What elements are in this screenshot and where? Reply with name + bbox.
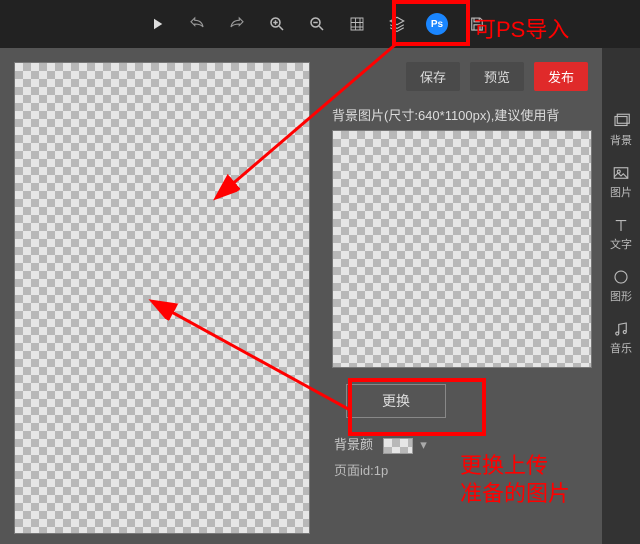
- zoom-out-button[interactable]: [300, 7, 334, 41]
- side-tabs: 背景 图片 文字 图形 音乐: [602, 48, 640, 544]
- tab-shape-label: 图形: [610, 288, 632, 304]
- publish-button[interactable]: 发布: [534, 62, 588, 91]
- bg-description: 背景图片(尺寸:640*1100px),建议使用背: [326, 101, 598, 130]
- background-icon: [612, 112, 630, 130]
- tab-image[interactable]: 图片: [602, 156, 640, 208]
- tab-shape[interactable]: 图形: [602, 260, 640, 312]
- ps-icon: Ps: [426, 13, 448, 35]
- tab-music[interactable]: 音乐: [602, 312, 640, 364]
- pageid-label: 页面id:1p: [326, 456, 598, 481]
- save-icon-button[interactable]: [460, 7, 494, 41]
- editor-canvas[interactable]: [14, 62, 310, 534]
- tab-text[interactable]: 文字: [602, 208, 640, 260]
- main-area: 保存 预览 发布 背景图片(尺寸:640*1100px),建议使用背 更换 背景…: [0, 48, 640, 544]
- ps-import-button[interactable]: Ps: [420, 7, 454, 41]
- music-icon: [612, 320, 630, 338]
- zoom-in-button[interactable]: [260, 7, 294, 41]
- right-column: 保存 预览 发布 背景图片(尺寸:640*1100px),建议使用背 更换 背景…: [320, 48, 640, 544]
- shape-icon: [612, 268, 630, 286]
- bgcolor-label: 背景颜: [334, 437, 373, 452]
- tab-background-label: 背景: [610, 132, 632, 148]
- bgcolor-swatch[interactable]: [383, 438, 413, 454]
- tab-background[interactable]: 背景: [602, 104, 640, 156]
- image-icon: [612, 164, 630, 182]
- save-button[interactable]: 保存: [406, 62, 460, 91]
- canvas-wrap: [0, 48, 320, 544]
- action-row: 保存 预览 发布: [326, 58, 598, 101]
- properties-panel: 保存 预览 发布 背景图片(尺寸:640*1100px),建议使用背 更换 背景…: [320, 48, 602, 544]
- bgcolor-row[interactable]: 背景颜 ▾: [326, 426, 598, 456]
- chevron-down-icon: ▾: [420, 437, 427, 453]
- top-toolbar: Ps: [0, 0, 640, 48]
- background-thumbnail[interactable]: [332, 130, 592, 368]
- tab-image-label: 图片: [610, 184, 632, 200]
- tab-text-label: 文字: [610, 236, 632, 252]
- text-icon: [612, 216, 630, 234]
- preview-button[interactable]: 预览: [470, 62, 524, 91]
- grid-button[interactable]: [340, 7, 374, 41]
- play-button[interactable]: [140, 7, 174, 41]
- tab-music-label: 音乐: [610, 340, 632, 356]
- layers-button[interactable]: [380, 7, 414, 41]
- redo-button[interactable]: [220, 7, 254, 41]
- replace-button[interactable]: 更换: [346, 384, 446, 418]
- undo-button[interactable]: [180, 7, 214, 41]
